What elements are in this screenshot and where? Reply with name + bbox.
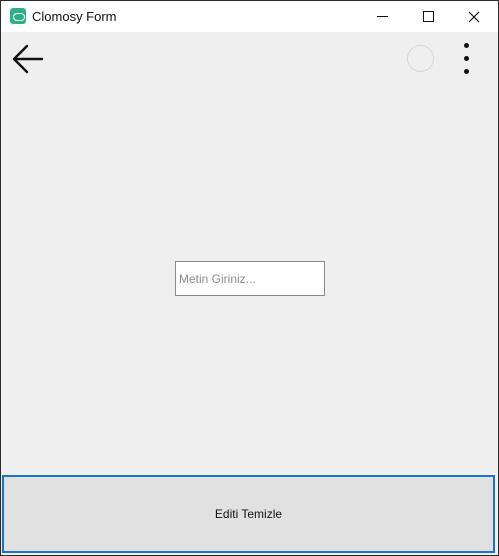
minimize-icon (376, 16, 388, 17)
more-vertical-icon (464, 56, 469, 61)
close-icon (468, 11, 480, 22)
more-vertical-icon (464, 69, 469, 74)
close-button[interactable] (451, 1, 497, 32)
app-window: Clomosy Form Editi Te (0, 0, 499, 556)
text-input[interactable] (175, 261, 325, 296)
toolbar (1, 32, 498, 88)
clear-edit-button[interactable]: Editi Temizle (2, 475, 495, 553)
app-icon (10, 8, 26, 24)
maximize-icon (422, 11, 434, 22)
more-vertical-icon (464, 43, 469, 48)
circle-button[interactable] (407, 45, 434, 72)
back-button[interactable] (9, 40, 49, 80)
title-bar[interactable]: Clomosy Form (1, 1, 498, 32)
minimize-button[interactable] (359, 1, 405, 32)
maximize-button[interactable] (405, 1, 451, 32)
clear-edit-button-label: Editi Temizle (214, 507, 283, 521)
more-menu-button[interactable] (457, 42, 477, 76)
window-title: Clomosy Form (32, 9, 117, 24)
arrow-left-icon (12, 44, 44, 74)
